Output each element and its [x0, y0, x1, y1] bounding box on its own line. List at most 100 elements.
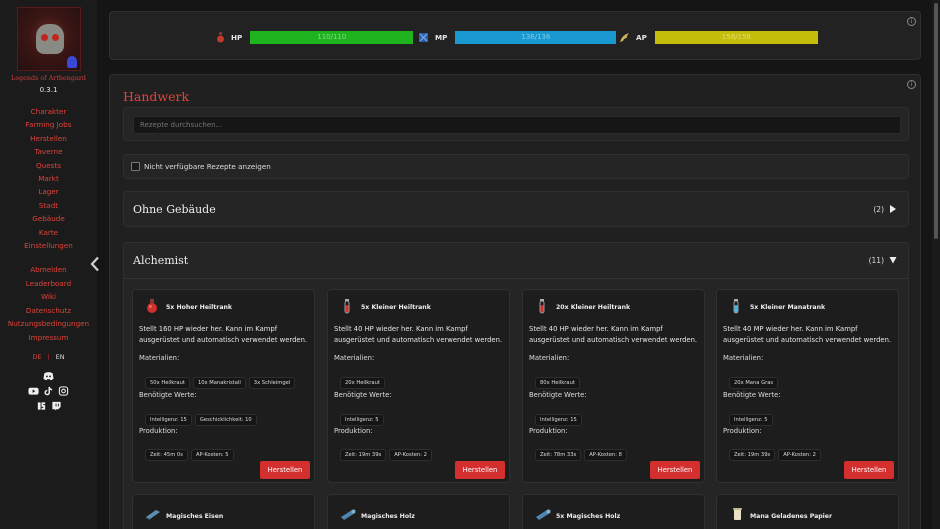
section-header[interactable]: Ohne Gebäude (2) — [124, 192, 908, 228]
material-tag: 20x Mana Gras — [729, 377, 779, 389]
ingot-icon — [146, 510, 160, 520]
stats-info-icon[interactable]: i — [907, 17, 916, 26]
itchio-icon[interactable] — [36, 401, 47, 411]
hp-bar: 110/110 — [250, 30, 414, 44]
recipe-description: Stellt 160 HP wieder her. Kann im Kampf … — [139, 325, 308, 344]
stats-panel: i HP 110/110 MP 136/136 AP 158/158 — [109, 11, 921, 60]
crafting-info-icon[interactable]: i — [907, 80, 916, 89]
recipe-search-input[interactable] — [133, 116, 901, 134]
youtube-icon[interactable] — [28, 386, 39, 396]
mp-bar: 136/136 — [455, 30, 617, 44]
nav-impressum[interactable]: Impressum — [0, 331, 97, 344]
skull-icon — [35, 24, 64, 54]
mp-label: MP — [435, 32, 448, 42]
section-count: (2) — [873, 205, 884, 214]
sidebar: Legends of Arthengard 0.3.1 Charakter Fa… — [0, 0, 97, 529]
show-unavailable-label[interactable]: Nicht verfügbare Rezepte anzeigen — [144, 162, 271, 171]
discord-icon[interactable] — [43, 371, 54, 381]
materials-heading: Materialien: — [139, 354, 180, 362]
materials-list: 80x Heilkraut — [535, 369, 583, 389]
section-title: Alchemist — [133, 254, 189, 267]
recipe-card: Magisches Eisen — [132, 494, 315, 529]
craft-button[interactable]: Herstellen — [650, 461, 700, 479]
recipe-name: Magisches Holz — [361, 513, 415, 520]
nav-nutzungsbedingungen[interactable]: Nutzungsbedingungen — [0, 317, 97, 330]
nav-markt[interactable]: Markt — [0, 172, 97, 185]
recipe-description: Stellt 40 HP wieder her. Kann im Kampf a… — [529, 325, 698, 344]
materials-heading: Materialien: — [529, 354, 570, 362]
recipe-description: Stellt 40 HP wieder her. Kann im Kampf a… — [334, 325, 503, 344]
production-list: Zeit: 78m 33s AP-Kosten: 8 — [535, 441, 630, 461]
recipe-name: 5x Magisches Holz — [556, 513, 621, 520]
ap-cost-tag: AP-Kosten: 5 — [190, 449, 234, 461]
recipe-name: Magisches Eisen — [166, 513, 224, 520]
requirement-tag: Geschicklichkeit: 10 — [194, 414, 257, 426]
nav-gebaeude[interactable]: Gebäude — [0, 212, 97, 225]
production-list: Zeit: 45m 0s AP-Kosten: 5 — [145, 441, 237, 461]
nav-leaderboard[interactable]: Leaderboard — [0, 277, 97, 290]
filter-container: Nicht verfügbare Rezepte anzeigen — [123, 154, 909, 179]
nav-wiki[interactable]: Wiki — [0, 290, 97, 303]
mp-stat: MP 136/136 — [418, 30, 617, 44]
time-tag: Zeit: 78m 33s — [535, 449, 582, 461]
recipe-description: Stellt 40 MP wieder her. Kann im Kampf a… — [723, 325, 892, 344]
time-tag: Zeit: 19m 39s — [729, 449, 776, 461]
collapse-sidebar-icon[interactable] — [89, 256, 101, 272]
recipe-name: 5x Hoher Heiltrank — [166, 304, 233, 311]
tiktok-icon[interactable] — [43, 386, 54, 396]
nav-charakter[interactable]: Charakter — [0, 105, 97, 118]
required-list: Intelligenz: 5 — [340, 406, 387, 426]
secondary-nav: Abmelden Leaderboard Wiki Datenschutz Nu… — [0, 263, 97, 343]
material-tag: 20x Heilkraut — [340, 377, 385, 389]
production-heading: Produktion: — [139, 427, 178, 435]
lang-de[interactable]: DE — [32, 353, 41, 361]
lang-en[interactable]: EN — [56, 353, 65, 361]
main-nav: Charakter Farming Jobs Herstellen Tavern… — [0, 105, 97, 252]
section-header[interactable]: Alchemist (11) — [124, 243, 908, 279]
time-tag: Zeit: 19m 39s — [340, 449, 387, 461]
scrollbar-thumb[interactable] — [934, 3, 938, 239]
section-count: (11) — [868, 256, 884, 265]
nav-quests[interactable]: Quests — [0, 159, 97, 172]
instagram-icon[interactable] — [58, 386, 69, 396]
app: Legends of Arthengard 0.3.1 Charakter Fa… — [0, 0, 940, 529]
show-unavailable-checkbox[interactable] — [131, 162, 140, 171]
requirement-tag: Intelligenz: 15 — [535, 414, 582, 426]
material-tag: 80x Heilkraut — [535, 377, 580, 389]
collapse-arrow-icon — [889, 257, 897, 264]
nav-abmelden[interactable]: Abmelden — [0, 263, 97, 276]
recipe-name: 5x Kleiner Heiltrank — [361, 304, 431, 311]
recipe-card: Magisches Holz — [327, 494, 510, 529]
requirement-tag: Intelligenz: 5 — [729, 414, 773, 426]
mp-crystal-icon — [419, 32, 428, 42]
social-links — [0, 371, 97, 411]
ap-cost-tag: AP-Kosten: 2 — [389, 449, 432, 461]
craft-button[interactable]: Herstellen — [844, 461, 894, 479]
required-heading: Benötigte Werte: — [529, 391, 587, 399]
brand-name: Legends of Arthengard — [11, 74, 86, 82]
ap-label: AP — [636, 32, 647, 42]
twitch-icon[interactable] — [51, 401, 62, 411]
requirement-tag: Intelligenz: 5 — [340, 414, 384, 426]
nav-karte[interactable]: Karte — [0, 226, 97, 239]
recipe-card: 5x Magisches Holz — [522, 494, 705, 529]
production-heading: Produktion: — [529, 427, 568, 435]
craft-button[interactable]: Herstellen — [260, 461, 310, 479]
page-scrollbar[interactable] — [932, 0, 940, 529]
section-alchemist: Alchemist (11) 5x Hoher Heiltrank Stellt… — [123, 242, 909, 529]
nav-taverne[interactable]: Taverne — [0, 145, 97, 158]
time-tag: Zeit: 45m 0s — [145, 449, 188, 461]
red-vial-icon — [344, 299, 350, 314]
nav-lager[interactable]: Lager — [0, 185, 97, 198]
nav-herstellen[interactable]: Herstellen — [0, 132, 97, 145]
craft-button[interactable]: Herstellen — [455, 461, 505, 479]
nav-einstellungen[interactable]: Einstellungen — [0, 239, 97, 252]
nav-datenschutz[interactable]: Datenschutz — [0, 304, 97, 317]
page-title: Handwerk — [123, 89, 190, 104]
recipe-card: 5x Kleiner Heiltrank Stellt 40 HP wieder… — [327, 289, 510, 483]
search-container — [123, 107, 909, 141]
section-ohne-gebaeude: Ohne Gebäude (2) — [123, 191, 909, 227]
game-logo[interactable] — [16, 7, 81, 71]
nav-stadt[interactable]: Stadt — [0, 199, 97, 212]
nav-farming-jobs[interactable]: Farming Jobs — [0, 118, 97, 131]
